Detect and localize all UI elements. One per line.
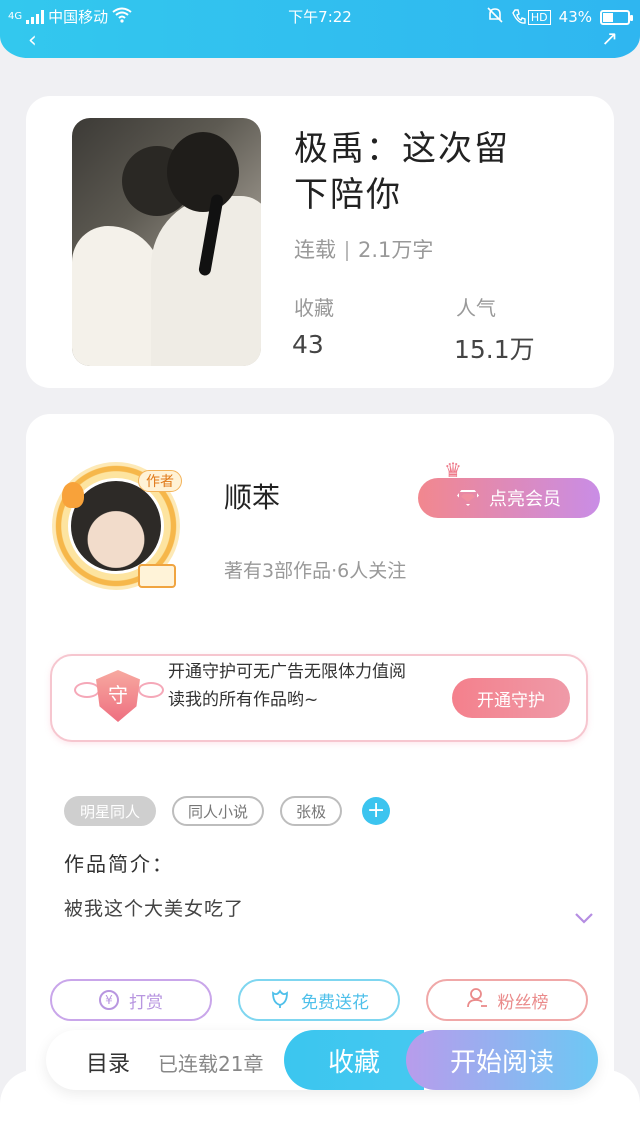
flower-icon bbox=[269, 987, 291, 1014]
fans-label: 粉丝榜 bbox=[497, 992, 549, 1013]
guard-banner: 守 开通守护可无广告无限体力值阅读我的所有作品哟~ 开通守护 bbox=[50, 654, 588, 742]
yen-icon: ¥ bbox=[99, 990, 119, 1010]
call-hd-icon: HD bbox=[512, 9, 551, 25]
favorites-value: 43 bbox=[292, 330, 324, 359]
book-status-line: 连载 2.1万字 bbox=[294, 234, 433, 264]
vip-button-label: 点亮会员 bbox=[489, 489, 561, 509]
battery-icon bbox=[600, 9, 633, 25]
toc-button[interactable]: 目录 bbox=[86, 1046, 130, 1078]
author-meta: 著有3部作品·6人关注 bbox=[224, 560, 407, 582]
author-badge: 作者 bbox=[138, 470, 182, 492]
intro-label: 作品简介： bbox=[64, 852, 174, 876]
tag-list: 明星同人 同人小说 张极 + bbox=[64, 796, 391, 826]
status-divider bbox=[346, 241, 348, 261]
chapter-count: 已连载21章 bbox=[158, 1052, 264, 1076]
wing-left-icon bbox=[74, 682, 100, 698]
author-avatar[interactable]: 作者 bbox=[46, 456, 186, 596]
intro-text: 被我这个大美女吃了 bbox=[64, 898, 245, 920]
book-icon bbox=[138, 564, 176, 588]
open-guard-button[interactable]: 开通守护 bbox=[452, 678, 570, 718]
author-card: 作者 顺苯 著有3部作品·6人关注 ♛ 点亮会员 守 开通守护可无广告无限体力值… bbox=[26, 414, 614, 1114]
user-icon bbox=[466, 987, 488, 1014]
favorites-label: 收藏 bbox=[294, 296, 334, 320]
tag-item[interactable]: 张极 bbox=[280, 796, 343, 826]
popularity-value: 15.1万 bbox=[454, 335, 535, 364]
hd-label: HD bbox=[527, 9, 551, 25]
author-name[interactable]: 顺苯 bbox=[224, 476, 280, 516]
tag-item[interactable]: 明星同人 bbox=[64, 796, 157, 826]
share-icon[interactable]: ↗ bbox=[601, 26, 618, 50]
battery-fill bbox=[603, 12, 614, 22]
reward-label: 打赏 bbox=[129, 992, 163, 1013]
status-bar: 4G 中国移动 下午7:22 HD 43% bbox=[0, 0, 640, 32]
popularity-label: 人气 bbox=[456, 296, 496, 320]
book-title: 极禹：这次留下陪你 bbox=[294, 129, 510, 215]
reward-button[interactable]: ¥ 打赏 bbox=[50, 979, 212, 1021]
free-flower-button[interactable]: 免费送花 bbox=[238, 979, 400, 1021]
guard-description: 开通守护可无广告无限体力值阅读我的所有作品哟~ bbox=[168, 662, 406, 710]
add-tag-icon[interactable]: + bbox=[362, 797, 391, 825]
word-count: 2.1万字 bbox=[358, 238, 434, 262]
vip-button[interactable]: 点亮会员 bbox=[418, 478, 600, 518]
wing-right-icon bbox=[138, 682, 164, 698]
book-info-card: 极禹：这次留下陪你 连载 2.1万字 收藏 人气 43 15.1万 bbox=[26, 96, 614, 388]
tag-item[interactable]: 同人小说 bbox=[172, 796, 265, 826]
book-cover-image[interactable] bbox=[72, 118, 261, 366]
battery-percent: 43% bbox=[558, 8, 592, 26]
mute-bell-icon bbox=[486, 6, 504, 28]
fans-ranking-button[interactable]: 粉丝榜 bbox=[426, 979, 588, 1021]
flower-label: 免费送花 bbox=[301, 992, 369, 1013]
bottom-action-bar: 目录 已连载21章 收藏 开始阅读 bbox=[46, 1030, 598, 1090]
chevron-down-icon[interactable] bbox=[574, 908, 594, 929]
lightbulb-icon bbox=[62, 482, 84, 508]
shield-icon: 守 bbox=[96, 670, 140, 722]
collect-button[interactable]: 收藏 bbox=[284, 1030, 424, 1090]
status-right: HD 43% bbox=[486, 6, 633, 28]
diamond-icon bbox=[457, 490, 479, 506]
header: ‹ ↗ bbox=[0, 26, 640, 58]
back-arrow-icon[interactable]: ‹ bbox=[28, 28, 37, 53]
start-reading-button[interactable]: 开始阅读 bbox=[406, 1030, 598, 1090]
serial-status: 连载 bbox=[294, 238, 336, 262]
